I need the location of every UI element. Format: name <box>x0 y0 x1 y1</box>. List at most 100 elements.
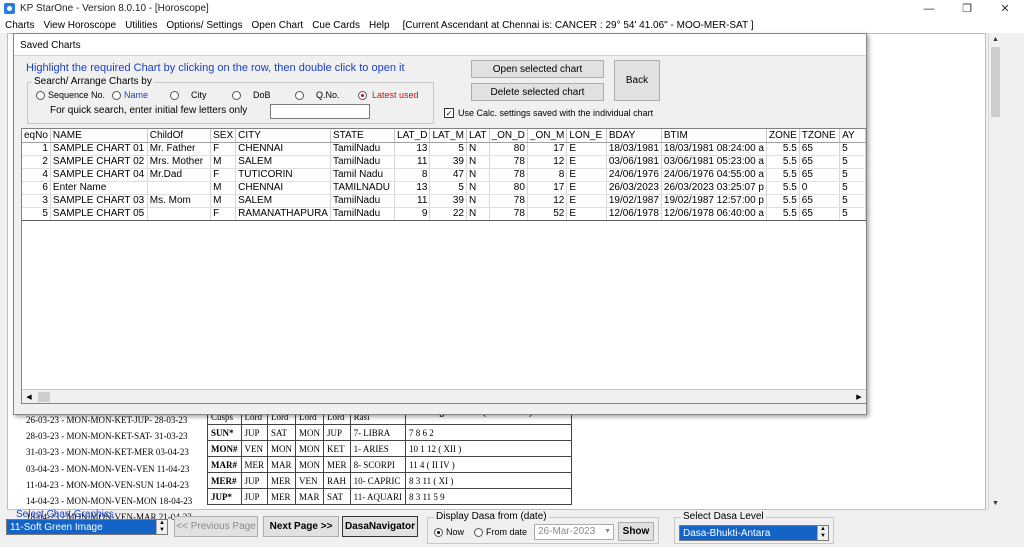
column-header[interactable]: SEX <box>210 129 237 143</box>
table-cell: 5 <box>839 207 866 221</box>
radio-icon[interactable] <box>474 527 483 537</box>
scroll-left-icon[interactable]: ◀ <box>22 391 36 403</box>
table-row[interactable]: 5 SAMPLE CHART 05 F RAMANATHAPURA TamilN… <box>22 207 866 221</box>
radio-icon[interactable] <box>232 90 241 100</box>
scroll-thumb[interactable] <box>991 47 1000 117</box>
back-button[interactable]: Back <box>614 60 660 101</box>
column-header[interactable]: _ON_M <box>527 129 568 143</box>
menu-utilities[interactable]: Utilities <box>125 20 157 31</box>
column-header[interactable]: LON_E <box>566 129 607 143</box>
table-cell: M <box>210 155 237 169</box>
scroll-right-icon[interactable]: ▶ <box>852 391 866 403</box>
delete-selected-chart-button[interactable]: Delete selected chart <box>471 83 604 101</box>
cusps-cell: MER <box>240 456 269 473</box>
radio-icon[interactable] <box>434 527 443 537</box>
radio-icon[interactable] <box>36 90 45 100</box>
close-icon[interactable]: ✕ <box>986 0 1024 17</box>
table-row[interactable]: 6 Enter Name M CHENNAI TAMILNADU 13 5 N … <box>22 181 866 195</box>
menu-view-horoscope[interactable]: View Horoscope <box>43 20 116 31</box>
dialog-title-bar <box>14 34 866 56</box>
now-option[interactable]: Now <box>434 527 464 537</box>
horizontal-scrollbar[interactable]: ◀ ▶ <box>22 389 866 403</box>
sort-sequence-option[interactable]: Sequence No. <box>36 90 112 100</box>
table-cell: N <box>466 168 490 182</box>
menu-open-chart[interactable]: Open Chart <box>251 20 303 31</box>
maximize-icon[interactable]: ❐ <box>948 0 986 17</box>
table-cell: 2 <box>22 155 51 169</box>
table-cell: 8 <box>394 168 431 182</box>
column-header[interactable]: LAT_D <box>394 129 431 143</box>
table-cell: 3 <box>22 194 51 208</box>
column-header[interactable]: CITY <box>235 129 331 143</box>
column-header[interactable]: LAT_M <box>429 129 467 143</box>
show-button[interactable]: Show <box>618 522 654 541</box>
sort-dob-option[interactable]: DoB <box>232 90 295 100</box>
table-cell: E <box>566 155 607 169</box>
checkbox-icon[interactable]: ✓ <box>444 108 454 118</box>
table-cell: 78 <box>489 168 528 182</box>
open-selected-chart-button[interactable]: Open selected chart <box>471 60 604 78</box>
table-cell <box>147 181 212 195</box>
cusps-cell: MAR# <box>207 456 242 473</box>
table-cell: 5 <box>839 194 866 208</box>
column-header[interactable]: LAT <box>466 129 490 143</box>
quick-search-input[interactable] <box>270 104 370 119</box>
radio-icon[interactable] <box>112 90 121 100</box>
sort-name-label: Name <box>124 90 149 100</box>
vertical-scrollbar[interactable]: ▲ ▼ <box>988 33 1001 510</box>
column-header[interactable]: STATE <box>330 129 396 143</box>
cusps-row: MAR# MER MAR MON MER 8- SCORPI 11 4 ( II… <box>207 456 572 473</box>
cusps-row: MON# VEN MON MON KET 1- ARIES 10 1 12 ( … <box>207 440 572 457</box>
sort-city-option[interactable]: City <box>170 90 232 100</box>
dasa-level-group: Select Dasa Level Dasa-Bhukti-Antara ▲ ▼ <box>674 511 834 544</box>
next-page-button[interactable]: Next Page >> <box>263 516 339 537</box>
chart-graphics-select[interactable]: 11-Soft Green Image ▲ ▼ <box>6 519 168 535</box>
date-picker[interactable]: 26-Mar-2023 ▼ <box>534 524 614 540</box>
cusps-table: Cusps Lord Lord Lord Lord Rasi SUN* JUP … <box>207 408 572 505</box>
scroll-thumb[interactable] <box>38 392 50 402</box>
dasa-line: 14-04-23 - MON-MON-VEN-MON 18-04-23 <box>26 496 193 507</box>
column-header[interactable]: BDAY <box>606 129 662 143</box>
table-row[interactable]: 4 SAMPLE CHART 04 Mr.Dad F TUTICORIN Tam… <box>22 168 866 182</box>
menu-help[interactable]: Help <box>369 20 390 31</box>
dasa-level-select[interactable]: Dasa-Bhukti-Antara ▲ ▼ <box>679 525 829 541</box>
dasa-line: 31-03-23 - MON-MON-KET-MER 03-04-23 <box>26 447 189 458</box>
sort-name-option[interactable]: Name <box>112 90 170 100</box>
menu-options-settings[interactable]: Options/ Settings <box>166 20 242 31</box>
column-header[interactable]: _ON_D <box>489 129 528 143</box>
scroll-up-icon[interactable]: ▲ <box>989 33 1002 46</box>
radio-icon[interactable] <box>170 90 179 100</box>
column-header[interactable]: AY <box>839 129 866 143</box>
column-header[interactable]: NAME <box>50 129 148 143</box>
table-cell: 5.5 <box>766 181 800 195</box>
previous-page-button[interactable]: << Previous Page <box>174 516 258 537</box>
spin-icon[interactable]: ▲ ▼ <box>817 526 828 540</box>
table-cell: TAMILNADU <box>330 181 396 195</box>
table-row[interactable]: 2 SAMPLE CHART 02 Mrs. Mother M SALEM Ta… <box>22 155 866 169</box>
from-date-option[interactable]: From date <box>474 527 527 537</box>
column-header[interactable]: ChildOf <box>147 129 212 143</box>
column-header[interactable]: BTIM <box>661 129 767 143</box>
dasa-navigator-button[interactable]: DasaNavigator <box>342 516 418 537</box>
table-row[interactable]: 3 SAMPLE CHART 03 Ms. Mom M SALEM TamilN… <box>22 194 866 208</box>
column-header[interactable]: ZONE <box>766 129 800 143</box>
column-header[interactable]: TZONE <box>799 129 841 143</box>
sort-qno-option[interactable]: Q.No. <box>295 90 358 100</box>
sort-latest-option[interactable]: Latest used <box>358 90 419 100</box>
spin-icon[interactable]: ▲ ▼ <box>156 520 167 534</box>
dropdown-icon[interactable]: ▼ <box>604 525 611 539</box>
menu-charts[interactable]: Charts <box>5 20 34 31</box>
radio-icon[interactable] <box>358 90 367 100</box>
column-header[interactable]: eqNo <box>22 129 51 143</box>
minimize-icon[interactable]: — <box>910 0 948 17</box>
radio-icon[interactable] <box>295 90 304 100</box>
table-cell: 5.5 <box>766 207 800 221</box>
search-arrange-group: Search/ Arrange Charts by Sequence No. N… <box>27 76 434 124</box>
calc-settings-row[interactable]: ✓ Use Calc. settings saved with the indi… <box>444 108 653 118</box>
cusps-cell: MON <box>295 424 325 441</box>
menu-cue-cards[interactable]: Cue Cards <box>312 20 360 31</box>
table-cell: M <box>210 194 237 208</box>
table-cell: SAMPLE CHART 03 <box>50 194 148 208</box>
table-row[interactable]: 1 SAMPLE CHART 01 Mr. Father F CHENNAI T… <box>22 142 866 156</box>
table-cell: CHENNAI <box>235 181 331 195</box>
